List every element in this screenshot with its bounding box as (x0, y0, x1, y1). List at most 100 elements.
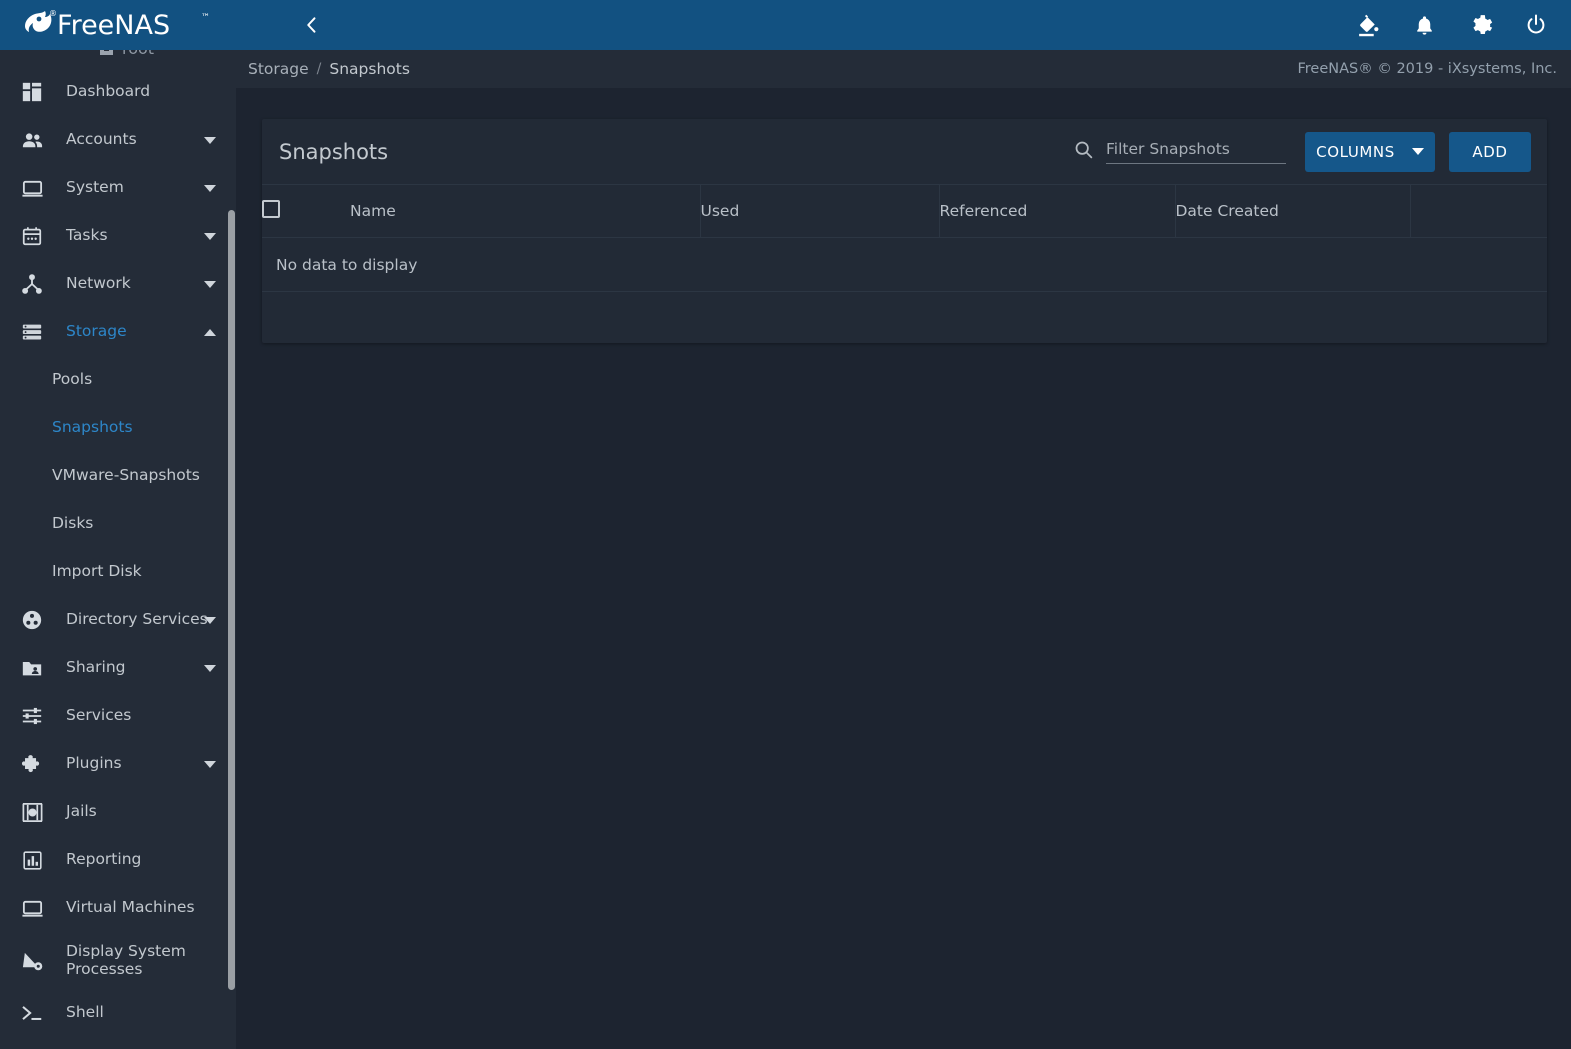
dashboard-icon (12, 81, 52, 103)
search-field-wrapper (1106, 139, 1286, 164)
chevron-down-icon[interactable] (204, 761, 216, 768)
page-content: Snapshots COLUMNS (236, 88, 1571, 1049)
top-toolbar (236, 0, 1571, 50)
sidebar-item-vmware-snapshots[interactable]: VMware-Snapshots (0, 452, 236, 500)
hamburger-menu-icon[interactable] (258, 15, 284, 35)
settings-gear-icon[interactable] (1465, 10, 1495, 40)
card-header: Snapshots COLUMNS (262, 119, 1547, 184)
sidebar-item-disks[interactable]: Disks (0, 500, 236, 548)
sidebar-item-system[interactable]: System (0, 164, 236, 212)
tasks-calendar-icon (12, 225, 52, 247)
empty-state-row: No data to display (262, 237, 1547, 292)
sidebar-subitem-label: Import Disk (52, 562, 142, 581)
accounts-icon (12, 129, 52, 152)
breadcrumb-parent[interactable]: Storage (248, 60, 309, 78)
sidebar-item-directory-services[interactable]: Directory Services (0, 596, 236, 644)
sidebar-scrollbar[interactable] (227, 50, 236, 1049)
card-footer (262, 292, 1547, 343)
search-input[interactable] (1106, 140, 1286, 158)
sidebar-item-tasks[interactable]: Tasks (0, 212, 236, 260)
sidebar-item-accounts[interactable]: Accounts (0, 116, 236, 164)
brand-logo[interactable]: FreeNAS ™ ® (0, 0, 236, 50)
chevron-down-icon[interactable] (204, 617, 216, 624)
network-icon (12, 273, 52, 295)
copyright-text: FreeNAS® © 2019 - iXsystems, Inc. (1297, 61, 1557, 77)
plugins-puzzle-icon (12, 753, 52, 776)
app-root: FreeNAS ™ ® root Dashboard (0, 0, 1571, 1049)
sidebar-item-reporting[interactable]: Reporting (0, 836, 236, 884)
breadcrumb-separator: / (316, 61, 322, 77)
services-sliders-icon (12, 705, 52, 727)
storage-icon (12, 321, 52, 343)
columns-button[interactable]: COLUMNS (1305, 131, 1435, 172)
power-icon[interactable] (1521, 10, 1551, 40)
sidebar-item-label: Directory Services (66, 610, 208, 629)
main-area: Storage / Snapshots FreeNAS® © 2019 - iX… (236, 0, 1571, 1049)
column-header-date-created[interactable]: Date Created (1175, 184, 1411, 238)
sidebar-item-shell[interactable]: Shell (0, 989, 236, 1037)
svg-text:®: ® (49, 9, 57, 18)
notifications-bell-icon[interactable] (1409, 10, 1439, 40)
column-header-actions (1410, 184, 1547, 238)
sidebar-item-label: System (66, 178, 124, 197)
chevron-down-icon[interactable] (204, 665, 216, 672)
system-icon (12, 177, 52, 200)
sidebar-item-label: Dashboard (66, 82, 151, 101)
sidebar-item-import-disk[interactable]: Import Disk (0, 548, 236, 596)
sidebar-item-label: Network (66, 274, 131, 293)
jails-icon (12, 801, 52, 824)
add-button-label: ADD (1472, 142, 1508, 161)
chevron-down-icon[interactable] (204, 233, 216, 240)
sidebar-item-sharing[interactable]: Sharing (0, 644, 236, 692)
sidebar-item-label: Services (66, 706, 132, 725)
chevron-down-icon (1411, 148, 1424, 155)
chevron-left-icon[interactable] (301, 14, 323, 36)
select-all-header (262, 184, 350, 238)
sidebar-item-network[interactable]: Network (0, 260, 236, 308)
display-system-processes-icon (12, 949, 52, 972)
theme-paint-icon[interactable] (1353, 10, 1383, 40)
sidebar-item-services[interactable]: Services (0, 692, 236, 740)
column-header-used[interactable]: Used (700, 184, 940, 238)
sidebar-subitem-label: Snapshots (52, 418, 133, 437)
chevron-down-icon[interactable] (204, 281, 216, 288)
sidebar-item-pools[interactable]: Pools (0, 356, 236, 404)
reporting-chart-icon (12, 850, 52, 871)
breadcrumb-current: Snapshots (329, 60, 410, 78)
freenas-logo-icon: FreeNAS ™ ® (25, 9, 210, 41)
sidebar-item-label: Virtual Machines (66, 898, 195, 917)
empty-state-message: No data to display (262, 237, 1547, 292)
chevron-up-icon[interactable] (204, 329, 216, 336)
column-header-referenced[interactable]: Referenced (939, 184, 1176, 238)
sidebar-item-label: Tasks (66, 226, 108, 245)
sidebar-item-display-system-processes[interactable]: Display System Processes (0, 932, 236, 989)
directory-services-icon (12, 609, 52, 631)
sidebar-scrollbar-thumb[interactable] (228, 210, 235, 990)
sidebar-item-label: Storage (66, 322, 127, 341)
columns-button-label: COLUMNS (1316, 142, 1395, 161)
column-header-name[interactable]: Name (350, 184, 701, 238)
sidebar-item-label: Plugins (66, 754, 122, 773)
sidebar: FreeNAS ™ ® root Dashboard (0, 0, 236, 1049)
sidebar-item-storage[interactable]: Storage (0, 308, 236, 356)
shell-prompt-icon (12, 1002, 52, 1024)
select-all-checkbox[interactable] (262, 200, 280, 218)
breadcrumb-bar: Storage / Snapshots FreeNAS® © 2019 - iX… (236, 50, 1571, 88)
virtual-machines-icon (12, 897, 52, 920)
page-title: Snapshots (279, 139, 389, 164)
sidebar-scroll-area: root Dashboard Accounts (0, 0, 236, 1049)
chevron-down-icon[interactable] (204, 185, 216, 192)
sidebar-item-label: Accounts (66, 130, 137, 149)
sidebar-item-plugins[interactable]: Plugins (0, 740, 236, 788)
chevron-down-icon[interactable] (204, 137, 216, 144)
add-button[interactable]: ADD (1449, 131, 1531, 172)
sidebar-item-dashboard[interactable]: Dashboard (0, 68, 236, 116)
sidebar-item-jails[interactable]: Jails (0, 788, 236, 836)
sidebar-item-snapshots[interactable]: Snapshots (0, 404, 236, 452)
filter-search (1073, 139, 1286, 164)
breadcrumb: Storage / Snapshots (248, 60, 410, 78)
sidebar-item-virtual-machines[interactable]: Virtual Machines (0, 884, 236, 932)
table-header: Name Used Referenced Date Created (262, 184, 1547, 238)
snapshots-card: Snapshots COLUMNS (262, 119, 1547, 343)
sidebar-subitem-label: Disks (52, 514, 94, 533)
